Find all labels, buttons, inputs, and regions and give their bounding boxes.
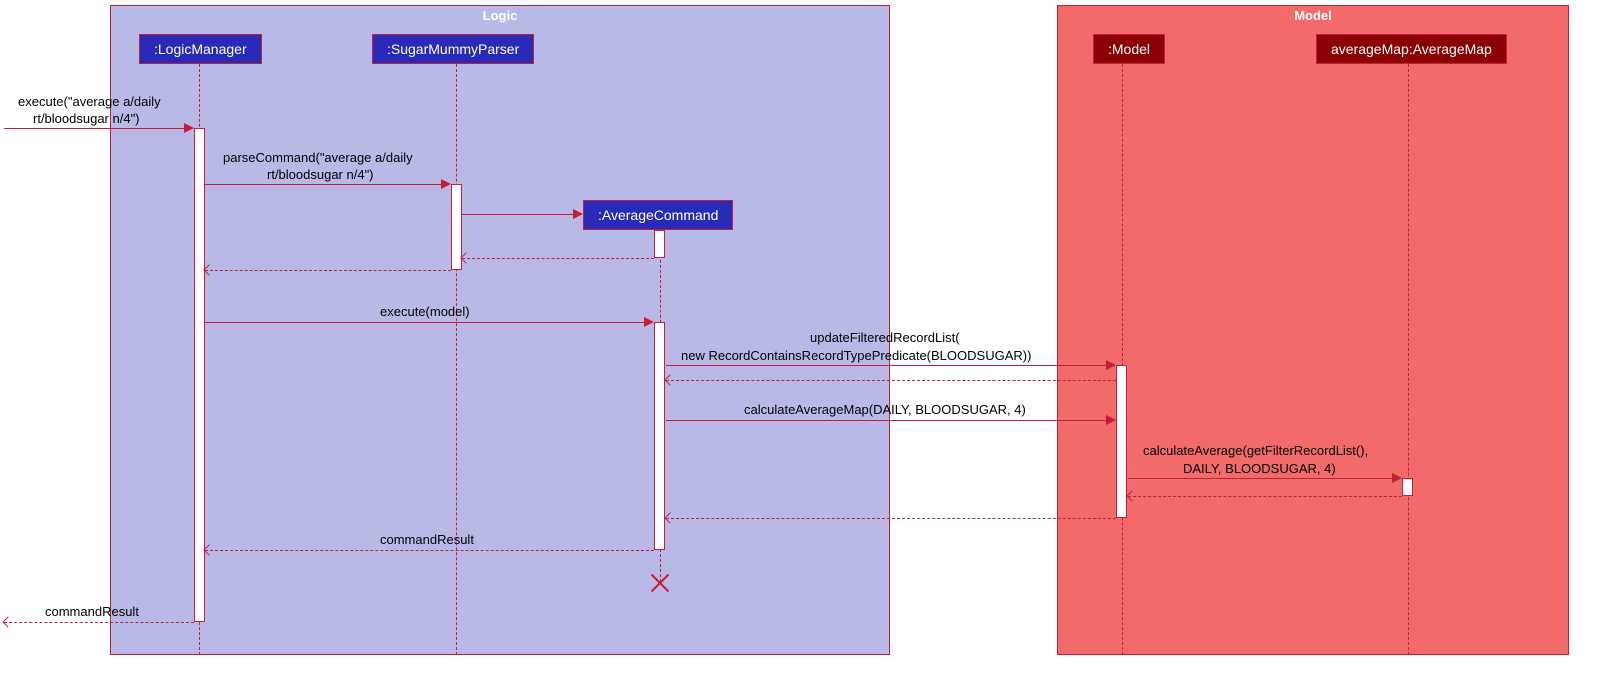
arrow-calc-avg bbox=[1128, 478, 1400, 479]
destroy-avg-cmd bbox=[648, 570, 672, 594]
arrow-return-calc-map bbox=[666, 518, 1116, 519]
msg-parse-line2: rt/bloodsugar n/4") bbox=[267, 167, 374, 182]
arrow-return-update bbox=[666, 380, 1116, 381]
msg-cmd-result: commandResult bbox=[380, 532, 474, 547]
arrowhead-exec-model bbox=[644, 317, 654, 327]
arrow-execute-in bbox=[4, 128, 192, 129]
arrowhead-create-avgcmd bbox=[573, 209, 583, 219]
arrow-create-avgcmd bbox=[462, 214, 581, 215]
participant-logic-manager: :LogicManager bbox=[139, 34, 262, 64]
activation-avg-cmd-2 bbox=[654, 322, 665, 550]
msg-calc-avg-line2: DAILY, BLOODSUGAR, 4) bbox=[1183, 461, 1336, 476]
msg-execute-in-line2: rt/bloodsugar n/4") bbox=[33, 111, 140, 126]
arrowhead-execute-in bbox=[184, 123, 194, 133]
lifeline-parser bbox=[456, 64, 457, 655]
arrowhead-calc-avg bbox=[1392, 473, 1402, 483]
arrow-return-parser bbox=[205, 270, 451, 271]
logic-title: Logic bbox=[483, 6, 518, 25]
arrow-calc-map bbox=[666, 420, 1114, 421]
msg-parse-line1: parseCommand("average a/daily bbox=[223, 150, 413, 165]
arrow-return-ctor bbox=[462, 258, 654, 259]
participant-avg-cmd: :AverageCommand bbox=[583, 200, 733, 230]
activation-logic-manager bbox=[194, 128, 205, 622]
arrow-cmd-result-out bbox=[4, 622, 194, 623]
participant-avg-map: averageMap:AverageMap bbox=[1316, 34, 1507, 64]
arrow-exec-model bbox=[205, 322, 652, 323]
arrow-update bbox=[666, 365, 1114, 366]
arrowhead-calc-map bbox=[1106, 415, 1116, 425]
msg-calc-map: calculateAverageMap(DAILY, BLOODSUGAR, 4… bbox=[744, 402, 1026, 417]
lifeline-model bbox=[1122, 64, 1123, 655]
activation-avg-map bbox=[1402, 478, 1413, 496]
msg-calc-avg-line1: calculateAverage(getFilterRecordList(), bbox=[1143, 443, 1368, 458]
model-container: Model bbox=[1057, 5, 1569, 655]
arrow-return-calc-avg bbox=[1128, 496, 1402, 497]
arrowhead-cmd-result-out bbox=[2, 616, 13, 627]
participant-model: :Model bbox=[1093, 34, 1165, 64]
msg-cmd-result-out: commandResult bbox=[45, 604, 139, 619]
msg-exec-model: execute(model) bbox=[380, 304, 470, 319]
arrow-parse bbox=[205, 184, 449, 185]
arrowhead-update bbox=[1106, 360, 1116, 370]
lifeline-avg-map bbox=[1408, 64, 1409, 655]
msg-update-line2: new RecordContainsRecordTypePredicate(BL… bbox=[681, 348, 1031, 363]
participant-parser: :SugarMummyParser bbox=[372, 34, 534, 64]
logic-container: Logic bbox=[110, 5, 890, 655]
msg-update-line1: updateFilteredRecordList( bbox=[810, 330, 960, 345]
msg-execute-in-line1: execute("average a/daily bbox=[18, 94, 161, 109]
arrowhead-parse bbox=[441, 179, 451, 189]
arrow-cmd-result bbox=[205, 550, 654, 551]
model-title: Model bbox=[1294, 6, 1332, 25]
activation-avg-cmd-1 bbox=[654, 230, 665, 258]
